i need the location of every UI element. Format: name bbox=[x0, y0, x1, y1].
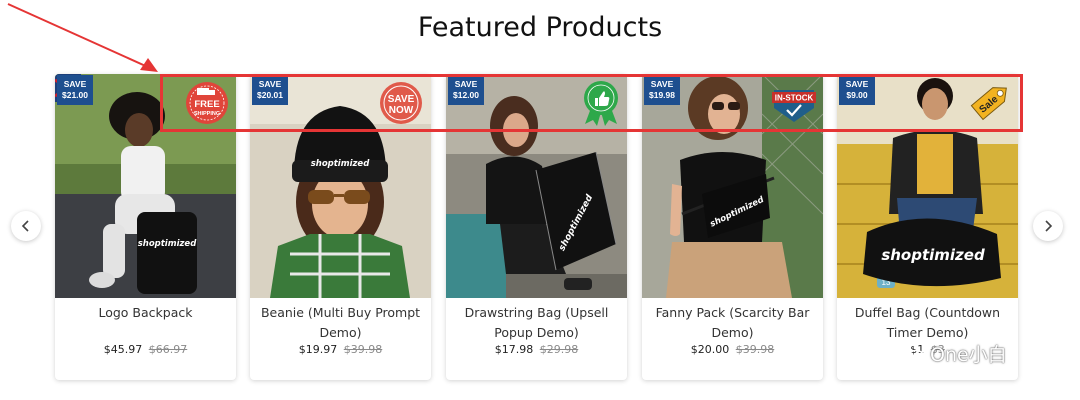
product-title[interactable]: Drawstring Bag (Upsell Popup Demo) bbox=[452, 303, 621, 343]
watermark-text: One小白 bbox=[930, 344, 1007, 366]
product-title[interactable]: Fanny Pack (Scarcity Bar Demo) bbox=[648, 303, 817, 343]
free-shipping-truck-icon: FREE SHIPPING bbox=[186, 82, 228, 124]
product-carousel: shoptimized SAVE $21.00 FREE SHIPPING Lo… bbox=[55, 74, 1020, 380]
product-title[interactable]: Logo Backpack bbox=[61, 303, 230, 323]
product-image[interactable]: 13 shoptimized SAVE $9.00 Sale bbox=[837, 74, 1018, 298]
carousel-next-button[interactable] bbox=[1033, 211, 1063, 241]
svg-text:SAVE: SAVE bbox=[388, 94, 415, 105]
product-price: $17.98 $29.98 bbox=[446, 343, 627, 356]
old-price: $29.98 bbox=[539, 343, 579, 356]
sale-tag-icon: Sale bbox=[970, 87, 1007, 121]
product-price: $20.00 $39.98 bbox=[642, 343, 823, 356]
svg-text:SHIPPING: SHIPPING bbox=[194, 111, 220, 117]
product-title[interactable]: Beanie (Multi Buy Prompt Demo) bbox=[256, 303, 425, 343]
brand-print: shoptimized bbox=[881, 246, 985, 264]
svg-text:FREE: FREE bbox=[194, 99, 219, 110]
wechat-icon bbox=[897, 342, 925, 364]
in-stock-check-icon: IN-STOCK bbox=[772, 90, 816, 122]
old-price: $39.98 bbox=[343, 343, 383, 356]
old-price: $66.97 bbox=[148, 343, 188, 356]
save-badge: SAVE $19.98 bbox=[644, 75, 680, 105]
product-price: $19.97 $39.98 bbox=[250, 343, 431, 356]
save-now-seal-icon: SAVE NOW bbox=[380, 82, 422, 124]
product-card[interactable]: shoptimized SAVE $19.98 IN-STOCK Fanny P… bbox=[642, 74, 823, 380]
current-price: $45.97 bbox=[103, 343, 143, 356]
product-card[interactable]: shoptimized SAVE $20.01 SAVE NOW Beanie … bbox=[250, 74, 431, 380]
product-image[interactable]: shoptimized SAVE $20.01 SAVE NOW bbox=[250, 74, 431, 298]
product-card[interactable]: shoptimized SAVE $21.00 FREE SHIPPING Lo… bbox=[55, 74, 236, 380]
current-price: $19.97 bbox=[298, 343, 338, 356]
carousel-prev-button[interactable] bbox=[11, 211, 41, 241]
save-badge: SAVE $12.00 bbox=[448, 75, 484, 105]
best-seller-thumbs-up-icon bbox=[584, 81, 618, 126]
current-price: $20.00 bbox=[690, 343, 730, 356]
save-badge: SAVE $9.00 bbox=[839, 75, 875, 105]
product-image[interactable]: shoptimized SAVE $21.00 FREE SHIPPING bbox=[55, 74, 236, 298]
product-card[interactable]: 13 shoptimized SAVE $9.00 Sale Duffel Ba… bbox=[837, 74, 1018, 380]
product-card[interactable]: shoptimized SAVE $12.00 Drawstring Bag (… bbox=[446, 74, 627, 380]
save-badge: SAVE $20.01 bbox=[252, 75, 288, 105]
product-image[interactable]: shoptimized SAVE $12.00 bbox=[446, 74, 627, 298]
brand-print: shoptimized bbox=[138, 239, 197, 249]
product-title[interactable]: Duffel Bag (Countdown Timer Demo) bbox=[843, 303, 1012, 343]
svg-text:NOW: NOW bbox=[389, 105, 414, 116]
product-price: $45.97 $66.97 bbox=[55, 343, 236, 356]
brand-print: shoptimized bbox=[311, 159, 370, 169]
current-price: $17.98 bbox=[494, 343, 534, 356]
old-price: $39.98 bbox=[735, 343, 775, 356]
chevron-right-icon bbox=[1045, 220, 1053, 232]
watermark: One小白 bbox=[896, 340, 1007, 367]
product-image[interactable]: shoptimized SAVE $19.98 IN-STOCK bbox=[642, 74, 823, 298]
svg-text:IN-STOCK: IN-STOCK bbox=[775, 94, 814, 103]
chevron-left-icon bbox=[21, 220, 29, 232]
save-badge: SAVE $21.00 bbox=[57, 75, 93, 105]
section-title: Featured Products bbox=[417, 12, 663, 43]
